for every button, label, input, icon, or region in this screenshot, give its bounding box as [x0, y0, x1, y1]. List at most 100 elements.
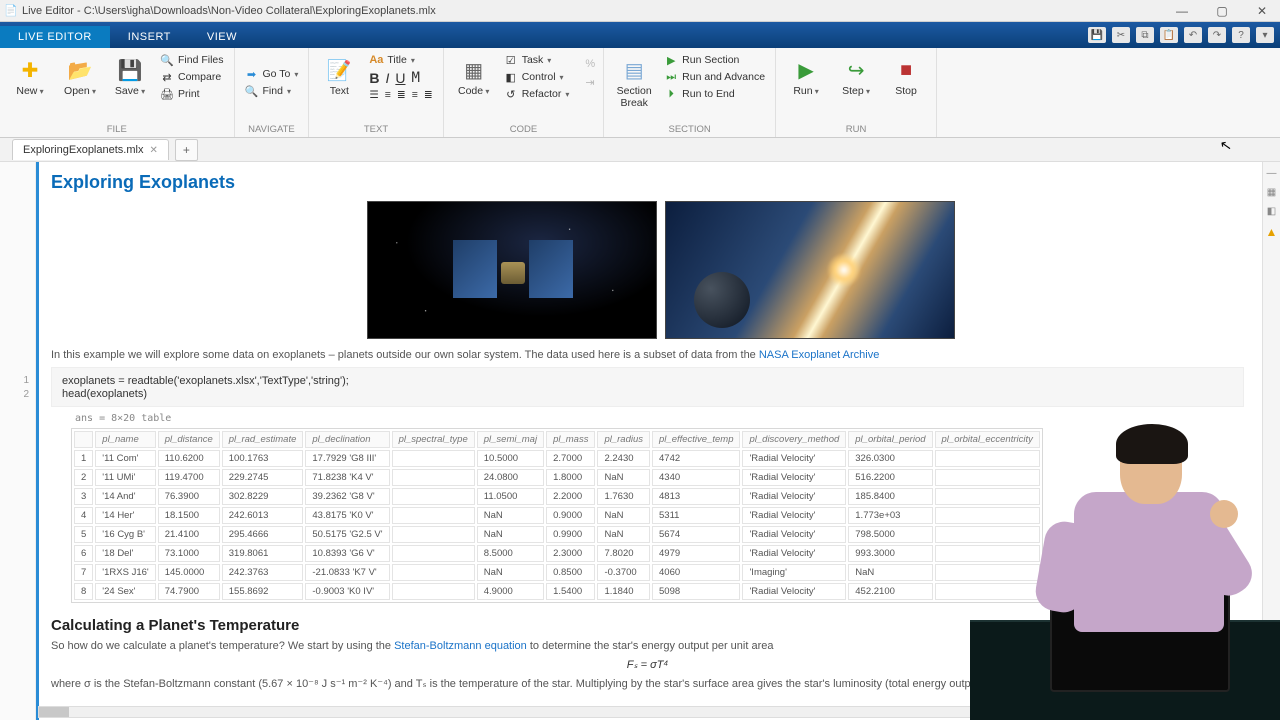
run-section-button[interactable]: ▶Run Section — [662, 52, 767, 68]
italic-button[interactable]: I — [385, 70, 389, 86]
qat-more-icon[interactable]: ▾ — [1256, 27, 1274, 43]
section-break-icon: ▤ — [620, 56, 648, 84]
format-row: B I U M — [367, 69, 434, 87]
image-exoplanet-art — [665, 201, 955, 339]
underline-button[interactable]: U — [395, 70, 405, 86]
section-break-button[interactable]: ▤Section Break — [612, 52, 656, 109]
ribbon-group-code: ▦Code ☑Task ◧Control ↺Refactor % ⇥ CODE — [444, 48, 604, 137]
table-row: 2'11 UMi'119.4700229.274571.8238 'K4 V'2… — [74, 469, 1040, 486]
window-title: Live Editor - C:\Users\igha\Downloads\No… — [22, 5, 1168, 17]
tab-view[interactable]: VIEW — [189, 26, 255, 48]
ribbon-group-section: ▤Section Break ▶Run Section ⏭Run and Adv… — [604, 48, 776, 137]
window-controls: — ▢ ✕ — [1168, 4, 1276, 18]
task-button[interactable]: ☑Task — [502, 52, 572, 68]
new-tab-button[interactable]: + — [175, 139, 198, 161]
ribbon-group-navigate: ➡Go To 🔍Find NAVIGATE — [235, 48, 310, 137]
number-list-icon[interactable]: ≡ — [385, 89, 391, 101]
compare-button[interactable]: ⇄Compare — [158, 69, 226, 85]
equation-flux: Fₛ = σT⁴ — [51, 658, 1244, 671]
qat-undo-icon[interactable]: ↶ — [1184, 27, 1202, 43]
print-button[interactable]: 🖨Print — [158, 86, 226, 102]
comment-icon[interactable]: % — [585, 58, 595, 70]
bullet-list-icon[interactable]: ☰ — [369, 89, 378, 101]
code-block-1[interactable]: exoplanets = readtable('exoplanets.xlsx'… — [51, 367, 1244, 407]
mono-button[interactable]: M — [412, 70, 420, 86]
new-icon: ✚ — [16, 56, 44, 84]
find-button[interactable]: 🔍Find — [243, 83, 301, 99]
minimize-button[interactable]: — — [1168, 4, 1196, 18]
horizontal-scrollbar[interactable] — [38, 706, 1262, 718]
run-to-end-button[interactable]: ⏵Run to End — [662, 86, 767, 102]
task-icon: ☑ — [504, 53, 518, 67]
group-label-run: RUN — [784, 122, 928, 137]
align-left-icon[interactable]: ≣ — [397, 89, 406, 101]
stop-icon: ■ — [892, 56, 920, 84]
document[interactable]: Exploring Exoplanets In this example we … — [36, 162, 1262, 720]
find-files-icon: 🔍 — [160, 53, 174, 67]
run-icon: ▶ — [792, 56, 820, 84]
file-tab-close-icon[interactable]: ✕ — [149, 145, 157, 156]
file-tab[interactable]: ExploringExoplanets.mlx ✕ — [12, 139, 169, 160]
tab-insert[interactable]: INSERT — [110, 26, 189, 48]
stefan-boltzmann-link[interactable]: Stefan-Boltzmann equation — [394, 640, 527, 652]
table-row: 4'14 Her'18.1500242.601343.8175 'K0 V'Na… — [74, 507, 1040, 524]
text-icon: 📝 — [325, 56, 353, 84]
qat-help-icon[interactable]: ? — [1232, 27, 1250, 43]
goto-icon: ➡ — [245, 67, 259, 81]
quick-access-toolbar: 💾 ✂ ⧉ 📋 ↶ ↷ ? ▾ — [1088, 23, 1274, 47]
text-button[interactable]: 📝Text — [317, 52, 361, 98]
stop-button[interactable]: ■Stop — [884, 52, 928, 98]
output-inline-icon[interactable]: ▦ — [1267, 187, 1276, 198]
bold-button[interactable]: B — [369, 70, 379, 86]
align-center-icon[interactable]: ≡ — [412, 89, 418, 101]
run-advance-button[interactable]: ⏭Run and Advance — [662, 69, 767, 85]
list-row: ☰ ≡ ≣ ≡ ≣ — [367, 88, 434, 102]
app-icon: 📄 — [4, 4, 18, 18]
group-label-navigate: NAVIGATE — [243, 122, 301, 137]
align-right-icon[interactable]: ≣ — [424, 89, 433, 101]
file-tabstrip: ExploringExoplanets.mlx ✕ + — [0, 138, 1280, 162]
qat-redo-icon[interactable]: ↷ — [1208, 27, 1226, 43]
step-button[interactable]: ↪Step — [834, 52, 878, 98]
step-icon: ↪ — [842, 56, 870, 84]
editor-area: 1 2 Exploring Exoplanets In this example… — [0, 162, 1280, 720]
ans-label: ans = 8×20 table — [75, 413, 1244, 424]
tab-live-editor[interactable]: LIVE EDITOR — [0, 26, 110, 48]
sect2-p1: So how do we calculate a planet's temper… — [51, 640, 1244, 652]
table-row: 5'16 Cyg B'21.4100295.466650.5175 'G2.5 … — [74, 526, 1040, 543]
group-label-file: FILE — [8, 122, 226, 137]
open-button[interactable]: 📂Open — [58, 52, 102, 98]
output-right-icon[interactable]: ◧ — [1267, 206, 1276, 217]
find-icon: 🔍 — [245, 84, 259, 98]
close-button[interactable]: ✕ — [1248, 4, 1276, 18]
collapse-icon[interactable]: — — [1267, 168, 1277, 179]
ribbon: ✚New 📂Open 💾Save 🔍Find Files ⇄Compare 🖨P… — [0, 48, 1280, 138]
group-label-section: SECTION — [612, 122, 767, 137]
qat-cut-icon[interactable]: ✂ — [1112, 27, 1130, 43]
title-style-button[interactable]: AaTitle — [367, 52, 434, 68]
control-button[interactable]: ◧Control — [502, 69, 572, 85]
qat-save-icon[interactable]: 💾 — [1088, 27, 1106, 43]
nasa-archive-link[interactable]: NASA Exoplanet Archive — [759, 349, 879, 361]
find-files-button[interactable]: 🔍Find Files — [158, 52, 226, 68]
ribbon-group-text: 📝Text AaTitle B I U M ☰ ≡ ≣ ≡ ≣ TEXT — [309, 48, 443, 137]
save-button[interactable]: 💾Save — [108, 52, 152, 98]
run-button[interactable]: ▶Run — [784, 52, 828, 98]
new-button[interactable]: ✚New — [8, 52, 52, 98]
table-row: 3'14 And'76.3900302.822939.2362 'G8 V'11… — [74, 488, 1040, 505]
maximize-button[interactable]: ▢ — [1208, 4, 1236, 18]
scrollbar-thumb[interactable] — [39, 707, 69, 717]
open-folder-icon: 📂 — [66, 56, 94, 84]
compare-icon: ⇄ — [160, 70, 174, 84]
goto-button[interactable]: ➡Go To — [243, 66, 301, 82]
run-section-icon: ▶ — [664, 53, 678, 67]
qat-copy-icon[interactable]: ⧉ — [1136, 27, 1154, 43]
qat-paste-icon[interactable]: 📋 — [1160, 27, 1178, 43]
refactor-button[interactable]: ↺Refactor — [502, 86, 572, 102]
code-button[interactable]: ▦Code — [452, 52, 496, 98]
indent-icon[interactable]: ⇥ — [585, 76, 595, 89]
group-label-text: TEXT — [317, 122, 434, 137]
warning-icon[interactable]: ▲ — [1266, 225, 1278, 239]
table-row: 7'1RXS J16'145.0000242.3763-21.0833 'K7 … — [74, 564, 1040, 581]
file-tab-label: ExploringExoplanets.mlx — [23, 144, 143, 156]
